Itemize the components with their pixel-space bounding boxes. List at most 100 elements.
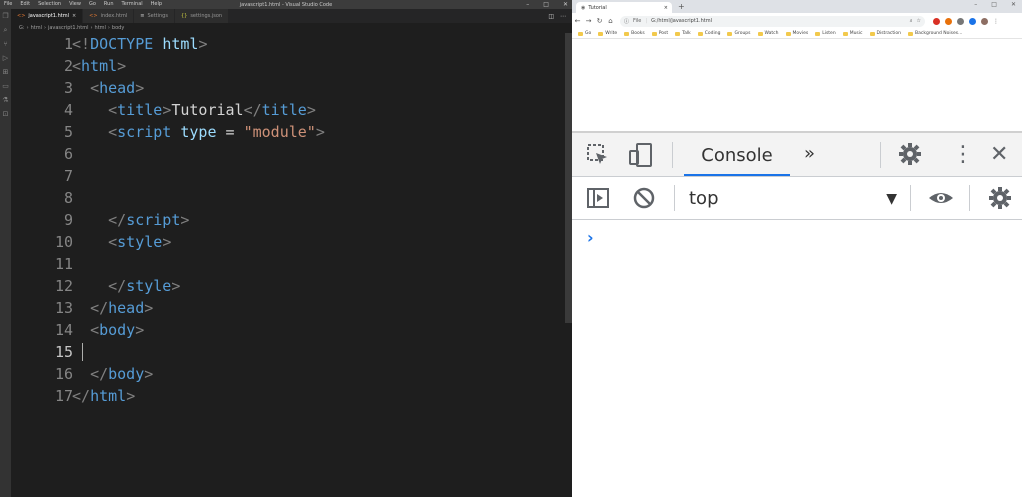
forward-icon[interactable]: → <box>583 17 594 25</box>
code-line-12[interactable]: 12 </style> <box>11 275 565 297</box>
back-icon[interactable]: ← <box>572 17 583 25</box>
menu-view[interactable]: View <box>65 0 85 9</box>
menu-help[interactable]: Help <box>147 0 166 9</box>
javascript-context-select[interactable]: top ▼ <box>689 185 897 213</box>
live-expression-eye-icon[interactable] <box>927 186 955 216</box>
bookmark-folder[interactable]: Watch <box>757 31 779 36</box>
code-line-1[interactable]: 1 <!DOCTYPE html> <box>11 33 565 55</box>
bookmark-folder[interactable]: Movies <box>785 31 808 36</box>
code-line-15[interactable]: 15 <box>11 341 565 363</box>
extension-icon[interactable] <box>957 17 964 25</box>
tab-index-html[interactable]: <> index.html <box>83 9 135 23</box>
tab-close-icon[interactable]: × <box>664 5 668 11</box>
maximize-icon[interactable]: □ <box>543 0 549 9</box>
close-icon[interactable]: ✕ <box>1011 0 1016 10</box>
code-line-14[interactable]: 14 <body> <box>11 319 565 341</box>
console-settings-gear-icon[interactable] <box>988 186 1012 216</box>
remote-icon[interactable]: ▭ <box>0 79 11 93</box>
editor-scrollbar[interactable] <box>565 33 572 323</box>
bookmark-folder[interactable]: Talk <box>675 31 691 36</box>
search-icon[interactable]: ⌕ <box>0 23 11 37</box>
code-line-8[interactable]: 8 <box>11 187 565 209</box>
code-line-13[interactable]: 13 </head> <box>11 297 565 319</box>
avatar[interactable] <box>981 17 988 25</box>
tab-settings[interactable]: ≡ Settings <box>134 9 175 23</box>
code-line-9[interactable]: 9 </script> <box>11 209 565 231</box>
customize-menu-icon[interactable]: ⋮ <box>952 143 974 167</box>
line-number: 2 <box>63 57 73 75</box>
bookmark-folder[interactable]: Listen <box>815 31 836 36</box>
console-prompt-icon[interactable]: › <box>587 228 594 247</box>
menu-file[interactable]: File <box>0 0 16 9</box>
code-line-4[interactable]: 4 <title>Tutorial</title> <box>11 99 565 121</box>
bookmark-folder[interactable]: Background Noises... <box>908 31 962 36</box>
extension-icon[interactable] <box>933 17 940 25</box>
close-devtools-icon[interactable]: ✕ <box>990 143 1008 167</box>
inspect-element-icon[interactable] <box>586 143 610 173</box>
code-editor[interactable]: 1 <!DOCTYPE html> 2 <html> 3 <head> 4 <t… <box>11 33 565 497</box>
zoom-icon[interactable]: ⌕ <box>910 18 913 24</box>
minimize-icon[interactable]: – <box>526 0 529 9</box>
bookmark-icon[interactable]: ⊡ <box>0 107 11 121</box>
testing-icon[interactable]: ⚗ <box>0 93 11 107</box>
star-icon[interactable]: ☆ <box>917 18 921 24</box>
bookmark-folder[interactable]: Groups <box>727 31 751 36</box>
menu-kebab-icon[interactable]: ⋮ <box>993 18 999 25</box>
extension-icon[interactable] <box>969 17 976 25</box>
code-line-16[interactable]: 16 </body> <box>11 363 565 385</box>
code-text: </body> <box>72 365 153 383</box>
bookmark-folder[interactable]: Write <box>598 31 617 36</box>
menu-edit[interactable]: Edit <box>16 0 34 9</box>
new-tab-button[interactable]: + <box>678 2 685 11</box>
extension-icon[interactable] <box>945 17 952 25</box>
breadcrumb-item[interactable]: html <box>95 25 106 31</box>
code-line-7[interactable]: 7 <box>11 165 565 187</box>
tab-close-icon[interactable]: × <box>72 13 76 19</box>
more-actions-icon[interactable]: ⋯ <box>560 13 566 20</box>
chrome-tab-tutorial[interactable]: ◉ Tutorial × <box>576 2 672 13</box>
menu-run[interactable]: Run <box>100 0 118 9</box>
clear-console-icon[interactable] <box>632 186 656 216</box>
tab-javascript1-html[interactable]: <> javascript1.html × <box>11 9 84 23</box>
home-icon[interactable]: ⌂ <box>605 17 616 25</box>
maximize-icon[interactable]: □ <box>991 0 997 10</box>
bookmark-folder[interactable]: Coding <box>697 31 720 36</box>
code-line-5[interactable]: 5 <script type = "module"> <box>11 121 565 143</box>
devtools-panel: Console » ⋮ ✕ top ▼ › <box>572 131 1022 497</box>
bookmark-folder[interactable]: Go <box>578 31 591 36</box>
address-bar[interactable]: ⓘ File | G:/html/javascript1.html ⌕ ☆ <box>620 15 925 27</box>
minimize-icon[interactable]: – <box>974 0 977 10</box>
extensions-icon[interactable]: ⊞ <box>0 65 11 79</box>
menu-terminal[interactable]: Terminal <box>118 0 147 9</box>
bookmark-folder[interactable]: Distraction <box>869 31 901 36</box>
bookmark-folder[interactable]: Books <box>624 31 645 36</box>
split-editor-icon[interactable]: ◫ <box>548 13 554 20</box>
tab-settings-json[interactable]: {} settings.json <box>174 9 230 23</box>
menu-go[interactable]: Go <box>85 0 100 9</box>
code-line-17[interactable]: 17 </html> <box>11 385 565 407</box>
menu-selection[interactable]: Selection <box>34 0 65 9</box>
reload-icon[interactable]: ↻ <box>594 17 605 25</box>
code-line-6[interactable]: 6 <box>11 143 565 165</box>
sidebar-toggle-icon[interactable] <box>586 186 610 216</box>
vscode-menubar: File Edit Selection View Go Run Terminal… <box>0 0 572 9</box>
run-debug-icon[interactable]: ▷ <box>0 51 11 65</box>
bookmark-folder[interactable]: Music <box>842 31 863 36</box>
bookmark-folder[interactable]: Post <box>651 31 668 36</box>
device-toolbar-icon[interactable] <box>628 142 654 174</box>
code-line-2[interactable]: 2 <html> <box>11 55 565 77</box>
code-line-10[interactable]: 10 <style> <box>11 231 565 253</box>
breadcrumb-item[interactable]: javascript1.html <box>48 25 89 31</box>
settings-gear-icon[interactable] <box>898 142 922 172</box>
tab-console[interactable]: Console <box>684 142 790 176</box>
close-icon[interactable]: ✕ <box>563 0 568 9</box>
page-viewport[interactable] <box>572 40 1022 131</box>
breadcrumb-item[interactable]: body <box>112 25 124 31</box>
source-control-icon[interactable]: ⑂ <box>0 37 11 51</box>
explorer-icon[interactable]: ❐ <box>0 9 11 23</box>
breadcrumb-item[interactable]: html <box>31 25 42 31</box>
more-tabs-icon[interactable]: » <box>804 143 815 164</box>
code-line-3[interactable]: 3 <head> <box>11 77 565 99</box>
breadcrumb-item[interactable]: G: <box>19 25 25 31</box>
code-line-11[interactable]: 11 <box>11 253 565 275</box>
